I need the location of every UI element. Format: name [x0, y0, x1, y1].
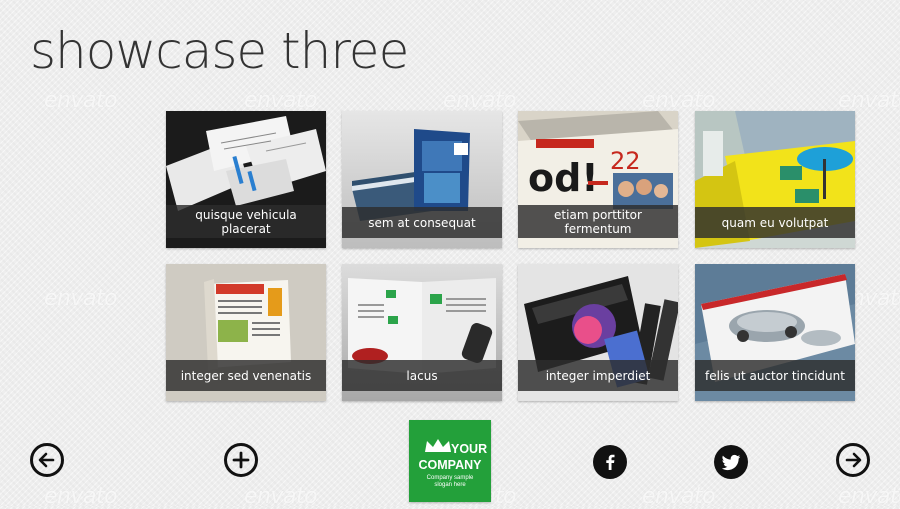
showcase-tile[interactable]: quisque vehicula placerat	[166, 111, 326, 248]
watermark-text: envato	[244, 484, 318, 509]
showcase-tile[interactable]: lacus	[342, 264, 502, 401]
tile-caption: etiam porttitor fermentum	[518, 205, 678, 238]
watermark-text: envato	[443, 88, 517, 113]
next-button[interactable]	[836, 443, 870, 477]
watermark-text: envato	[44, 88, 118, 113]
logo-slogan-1: Company sample	[426, 475, 474, 481]
crown-icon	[425, 439, 451, 452]
twitter-icon	[721, 454, 741, 471]
page-title: showcase three	[30, 22, 409, 80]
previous-button[interactable]	[30, 443, 64, 477]
watermark-text: envato	[244, 88, 318, 113]
watermark-text: envato	[44, 484, 118, 509]
arrow-left-icon	[38, 452, 55, 468]
showcase-tile[interactable]: sem at consequat	[342, 111, 502, 248]
showcase-tile[interactable]: quam eu volutpat	[695, 111, 855, 248]
svg-text:od!: od!	[528, 156, 599, 200]
facebook-button[interactable]	[593, 445, 627, 479]
facebook-icon	[606, 454, 615, 470]
watermark-text: envato	[44, 286, 118, 311]
showcase-tile[interactable]: integer sed venenatis	[166, 264, 326, 401]
company-logo[interactable]: YOUR COMPANY Company sample slogan here	[409, 420, 491, 502]
tile-caption: sem at consequat	[342, 207, 502, 238]
logo-line-2: COMPANY	[418, 458, 482, 472]
logo-slogan-2: slogan here	[434, 482, 466, 488]
tile-caption: quisque vehicula placerat	[166, 205, 326, 238]
watermark-text: envato	[838, 88, 900, 113]
tile-caption: lacus	[342, 360, 502, 391]
tile-caption: quam eu volutpat	[695, 207, 855, 238]
showcase-tile[interactable]: od! 22 etiam porttitor fermentum	[518, 111, 678, 248]
twitter-button[interactable]	[714, 445, 748, 479]
arrow-right-icon	[845, 452, 862, 468]
showcase-tile[interactable]: felis ut auctor tincidunt	[695, 264, 855, 401]
watermark-text: envato	[838, 484, 900, 509]
tile-caption: integer imperdiet	[518, 360, 678, 391]
svg-text:22: 22	[610, 147, 641, 175]
tile-caption: integer sed venenatis	[166, 360, 326, 391]
watermark-text: envato	[642, 88, 716, 113]
plus-icon	[232, 451, 250, 469]
logo-line-1: YOUR	[451, 442, 488, 456]
watermark-text: envato	[642, 484, 716, 509]
tile-caption: felis ut auctor tincidunt	[695, 360, 855, 391]
add-button[interactable]	[224, 443, 258, 477]
showcase-tile[interactable]: integer imperdiet	[518, 264, 678, 401]
